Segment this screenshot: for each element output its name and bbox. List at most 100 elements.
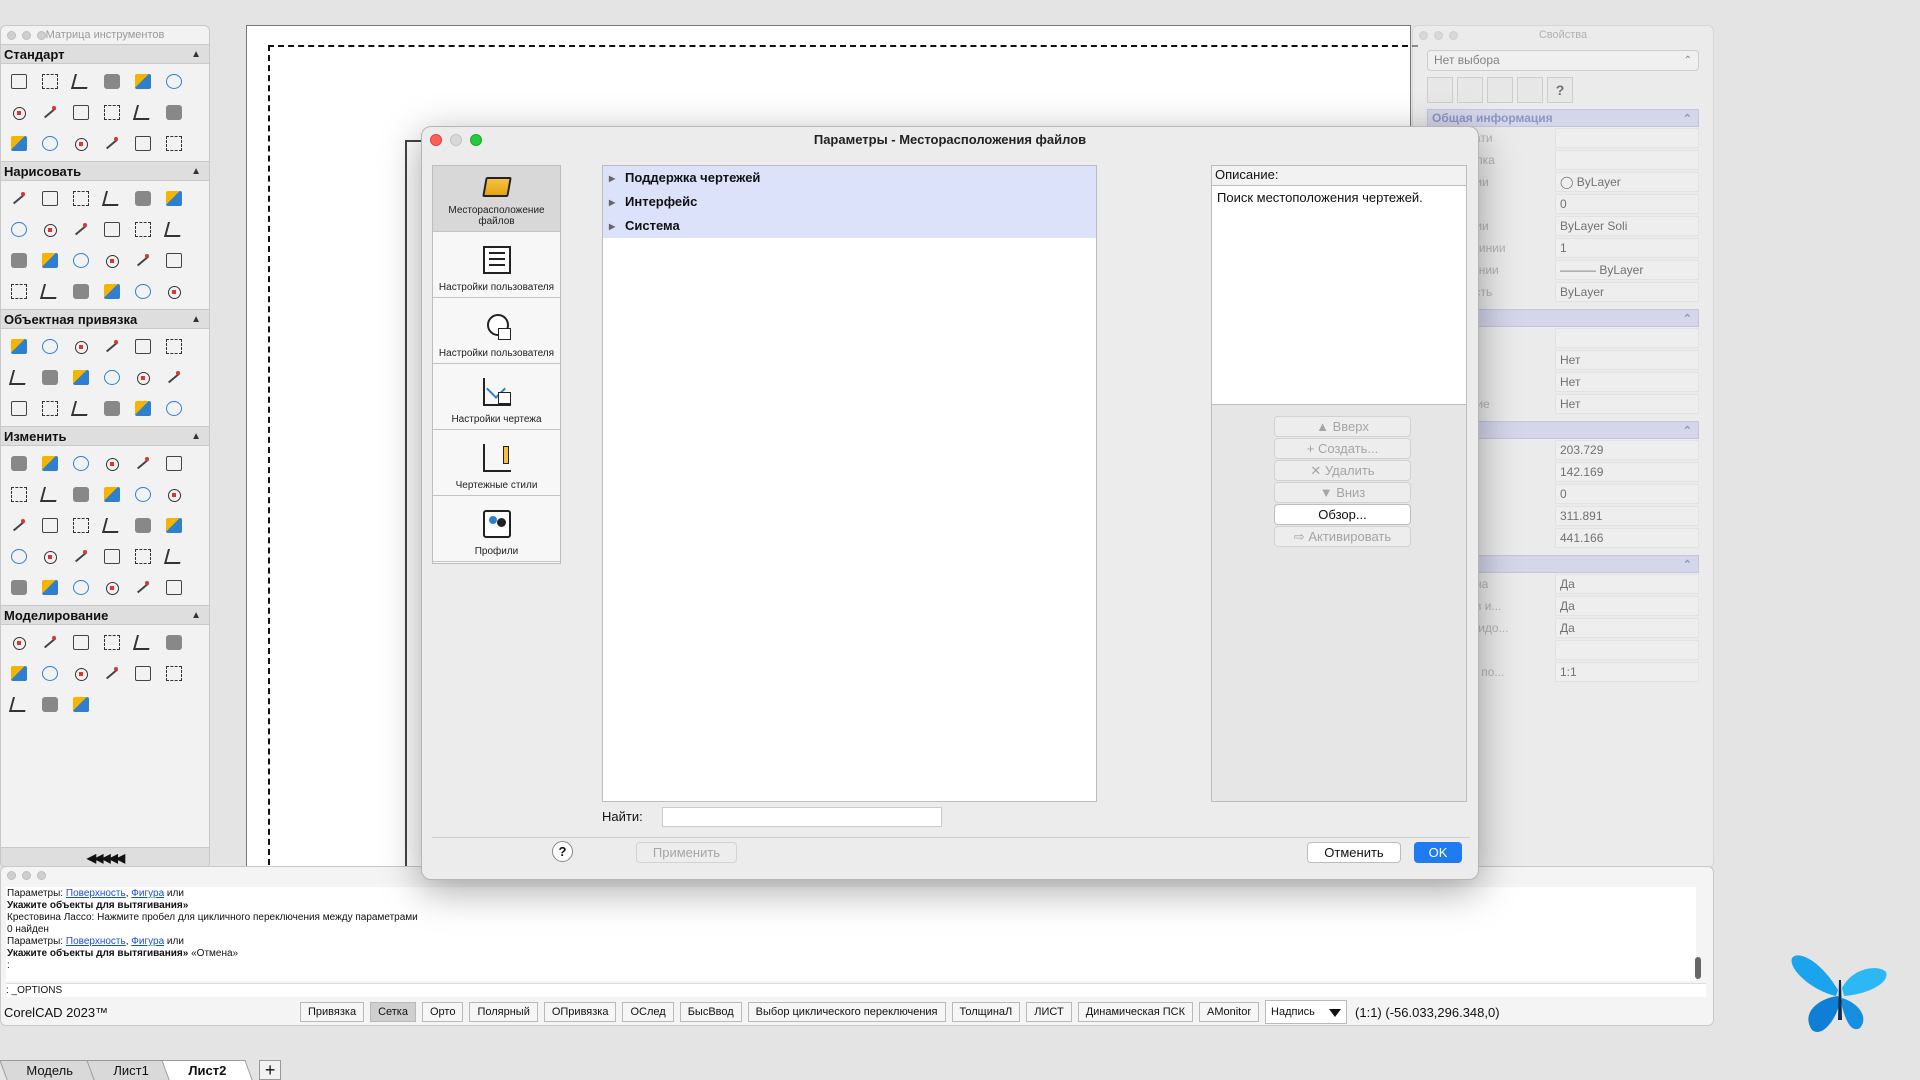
command-input[interactable]: : _OPTIONS (6, 983, 1706, 997)
tool-button[interactable] (3, 183, 34, 214)
tool-button[interactable] (3, 393, 34, 424)
tool-button[interactable] (96, 362, 127, 393)
tool-button[interactable] (96, 479, 127, 510)
zoom-icon[interactable] (37, 31, 46, 40)
tool-button[interactable] (65, 627, 96, 658)
tool-button[interactable] (65, 510, 96, 541)
tool-button[interactable] (158, 393, 189, 424)
tool-button[interactable] (127, 572, 158, 603)
tool-button[interactable] (34, 572, 65, 603)
tool-button[interactable] (127, 510, 158, 541)
tool-button[interactable] (34, 627, 65, 658)
tool-button[interactable] (127, 66, 158, 97)
category-item[interactable]: Месторасположение файлов (433, 166, 560, 232)
tool-button[interactable] (34, 689, 65, 720)
category-item[interactable]: Профили (433, 496, 560, 562)
category-item[interactable]: Настройки пользователя (433, 298, 560, 364)
tool-button[interactable] (158, 448, 189, 479)
tool-button[interactable] (158, 627, 189, 658)
tool-button[interactable] (158, 214, 189, 245)
close-icon[interactable] (7, 31, 16, 40)
property-value[interactable]: 1:1 (1555, 662, 1699, 682)
tool-button[interactable] (96, 331, 127, 362)
tool-button[interactable] (3, 331, 34, 362)
move-down-button[interactable]: ▼ Вниз (1274, 482, 1411, 503)
tool-button[interactable] (3, 276, 34, 307)
tool-button[interactable] (65, 448, 96, 479)
tool-button[interactable] (3, 627, 34, 658)
tool-button[interactable] (96, 276, 127, 307)
tool-button[interactable] (65, 245, 96, 276)
property-value[interactable]: ByLayer Soli (1555, 216, 1699, 236)
property-value[interactable]: 0 (1555, 194, 1699, 214)
tool-button[interactable] (34, 245, 65, 276)
property-value[interactable]: ——— ByLayer (1555, 260, 1699, 280)
tool-button[interactable] (96, 448, 127, 479)
ok-button[interactable]: OK (1414, 842, 1462, 863)
tool-button[interactable] (65, 128, 96, 159)
select-objects-icon[interactable] (1427, 77, 1453, 103)
layer-dropdown[interactable]: Надпись (1265, 1000, 1348, 1024)
tool-button[interactable] (127, 393, 158, 424)
command-scrollbar[interactable] (1695, 957, 1701, 979)
group-general[interactable]: Общая информация (1427, 109, 1699, 127)
tool-button[interactable] (3, 510, 34, 541)
tool-button[interactable] (96, 66, 127, 97)
tool-button[interactable] (158, 362, 189, 393)
apply-button[interactable]: Применить (636, 842, 737, 863)
status-toggle-button[interactable]: Сетка (370, 1002, 416, 1022)
command-option-link[interactable]: Фигура (131, 936, 164, 947)
status-toggle-button[interactable]: Полярный (469, 1002, 538, 1022)
tool-button[interactable] (96, 541, 127, 572)
tree-node[interactable]: Интерфейс (603, 190, 1096, 215)
property-value[interactable]: Нет (1555, 372, 1699, 392)
help-icon[interactable]: ? (1547, 77, 1573, 103)
tool-button[interactable] (65, 393, 96, 424)
command-option-link[interactable]: Фигура (131, 888, 164, 899)
minimize-icon[interactable] (22, 31, 31, 40)
toggle-pickadd-icon[interactable] (1487, 77, 1513, 103)
tool-button[interactable] (127, 479, 158, 510)
property-value[interactable]: ◯ ByLayer (1555, 172, 1699, 192)
tool-button[interactable] (158, 541, 189, 572)
tool-button[interactable] (158, 97, 189, 128)
tool-button[interactable] (158, 658, 189, 689)
status-toggle-button[interactable]: Выбор циклического переключения (747, 1002, 946, 1022)
tool-button[interactable] (96, 510, 127, 541)
tool-button[interactable] (34, 541, 65, 572)
tool-button[interactable] (158, 331, 189, 362)
browse-button[interactable]: Обзор... (1274, 504, 1411, 525)
tool-button[interactable] (3, 479, 34, 510)
tool-button[interactable] (3, 448, 34, 479)
delete-button[interactable]: ✕ Удалить (1274, 460, 1411, 481)
tool-button[interactable] (65, 276, 96, 307)
create-button[interactable]: + Создать... (1274, 438, 1411, 459)
tree-node[interactable]: Поддержка чертежей (603, 166, 1096, 191)
toolmatrix-section-header[interactable]: Изменить ▲ (1, 426, 209, 446)
tool-button[interactable] (3, 541, 34, 572)
tool-button[interactable] (65, 183, 96, 214)
tool-button[interactable] (34, 331, 65, 362)
tool-button[interactable] (65, 66, 96, 97)
property-value[interactable]: 441.166 (1555, 528, 1699, 548)
help-button[interactable]: ? (552, 841, 573, 862)
property-value[interactable]: Да (1555, 574, 1699, 594)
tool-button[interactable] (127, 331, 158, 362)
tool-button[interactable] (34, 362, 65, 393)
tool-button[interactable] (34, 128, 65, 159)
tool-button[interactable] (96, 245, 127, 276)
category-item[interactable]: Чертежные стили (433, 430, 560, 496)
tool-button[interactable] (158, 128, 189, 159)
tool-button[interactable] (34, 448, 65, 479)
tool-button[interactable] (96, 128, 127, 159)
category-item[interactable]: Настройки чертежа (433, 364, 560, 430)
close-icon[interactable] (7, 871, 16, 880)
status-toggle-button[interactable]: Орто (421, 1002, 464, 1022)
tool-button[interactable] (34, 479, 65, 510)
selection-dropdown[interactable]: Нет выбора (1427, 50, 1699, 71)
zoom-icon[interactable] (470, 134, 482, 146)
property-value[interactable]: Нет (1555, 394, 1699, 414)
tool-button[interactable] (34, 66, 65, 97)
tool-button[interactable] (127, 276, 158, 307)
status-toggle-button[interactable]: Динамическая ПСК (1077, 1002, 1193, 1022)
